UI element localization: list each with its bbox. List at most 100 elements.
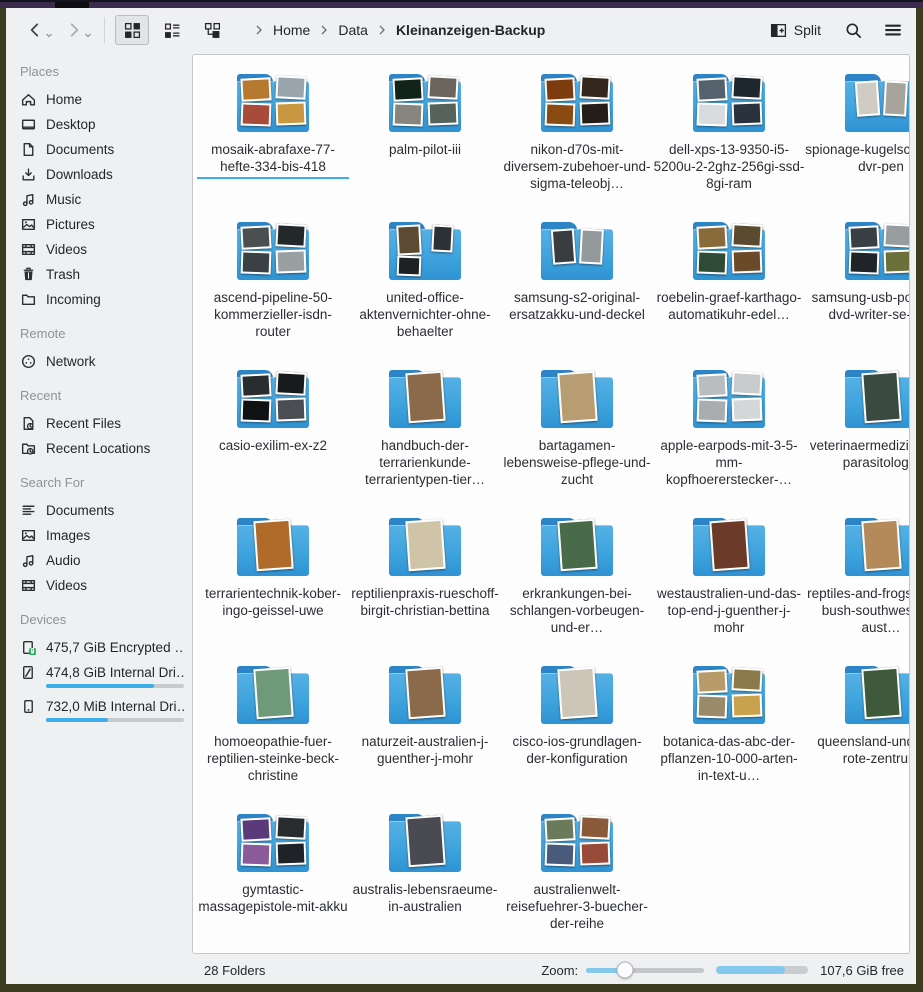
dolphin-window: Home Data Kleinanzeigen-Backup Split: [6, 8, 916, 984]
folder-item[interactable]: homoeopathie-fuer-reptilien-steinke-beck…: [197, 657, 349, 805]
sidebar-item-videos[interactable]: Videos: [18, 237, 186, 262]
back-dropdown-icon: [45, 31, 53, 39]
sidebar-item-732-0-mib-internal-dri-[interactable]: 732,0 MiB Internal Dri…: [18, 694, 186, 728]
sidebar-item-trash[interactable]: Trash: [18, 262, 186, 287]
folder-item[interactable]: handbuch-der-terrarienkunde-terrarientyp…: [349, 361, 501, 509]
breadcrumb-segment[interactable]: Kleinanzeigen-Backup: [392, 19, 549, 41]
breadcrumb-segment[interactable]: Data: [334, 19, 372, 41]
sidebar-item-documents[interactable]: Documents: [18, 137, 186, 162]
folder-icon: [691, 666, 767, 724]
photo-thumbnail: [861, 371, 901, 423]
folder-item[interactable]: samsung-s2-original-ersatzakku-und-decke…: [501, 213, 653, 361]
folder-item[interactable]: spionage-kugelschreiber-dvr-pen: [805, 65, 910, 213]
breadcrumb: Home Data Kleinanzeigen-Backup: [249, 19, 549, 41]
compact-view-button[interactable]: [155, 15, 189, 45]
folder-item[interactable]: veterinaermedizinische-parasitologie: [805, 361, 910, 509]
photo-thumbnail: [883, 223, 910, 248]
sidebar-item-recent-locations[interactable]: Recent Locations: [18, 436, 186, 461]
breadcrumb-chevron-icon: [377, 24, 387, 36]
photo-thumbnail: [861, 519, 901, 571]
folder-item[interactable]: mosaik-abrafaxe-77-hefte-334-bis-418: [197, 65, 349, 213]
search-icon: [844, 21, 863, 40]
folder-item[interactable]: queensland-und-das-rote-zentrum: [805, 657, 910, 805]
menu-button[interactable]: [880, 17, 906, 43]
photo-thumbnail: [253, 519, 293, 571]
folder-item[interactable]: reptiles-and-frogs-in-the-bush-southwest…: [805, 509, 910, 657]
sidebar-item-images[interactable]: Images: [18, 523, 186, 548]
folder-item[interactable]: westaustralien-und-das-top-end-j-guenthe…: [653, 509, 805, 657]
screen: Home Data Kleinanzeigen-Backup Split: [0, 0, 923, 992]
photo-thumbnail: [580, 841, 611, 865]
photo-thumbnail: [580, 101, 611, 125]
folder-item[interactable]: apple-earpods-mit-3-5-mm-kopfhoerersteck…: [653, 361, 805, 509]
folder-item[interactable]: dell-xps-13-9350-i5-5200u-2-2ghz-256gi-s…: [653, 65, 805, 213]
trash-icon: [20, 266, 37, 283]
photo-thumbnail: [275, 371, 306, 396]
icons-view-button[interactable]: [115, 15, 149, 45]
photo-thumbnail: [732, 101, 763, 125]
folder-item[interactable]: nikon-d70s-mit-diversem-zubehoer-und-sig…: [501, 65, 653, 213]
photo-thumbnail: [276, 397, 307, 421]
folder-name: bartagamen-lebensweise-pflege-und-zucht: [501, 437, 653, 488]
folder-item[interactable]: terrarientechnik-kober-ingo-geissel-uwe: [197, 509, 349, 657]
photo-thumbnail: [849, 250, 880, 274]
folder-name: reptiles-and-frogs-in-the-bush-southwest…: [805, 585, 910, 636]
sidebar-item-videos[interactable]: Videos: [18, 573, 186, 598]
details-view-button[interactable]: [195, 15, 229, 45]
folder-item[interactable]: australis-lebensraeume-in-australien: [349, 805, 501, 953]
folder-item[interactable]: united-office-aktenvernichter-ohne-behae…: [349, 213, 501, 361]
folder-item[interactable]: roebelin-graef-karthago-automatikuhr-ede…: [653, 213, 805, 361]
sidebar-item-label: Home: [46, 92, 82, 107]
sidebar-item-documents[interactable]: Documents: [18, 498, 186, 523]
photo-thumbnail: [544, 77, 575, 102]
folder-item[interactable]: erkrankungen-bei-schlangen-vorbeugen-und…: [501, 509, 653, 657]
photo-thumbnail: [696, 373, 727, 398]
zoom-slider[interactable]: [586, 968, 704, 973]
folder-item[interactable]: australienwelt-reisefuehrer-3-buecher-de…: [501, 805, 653, 953]
forward-button[interactable]: [59, 17, 98, 43]
sidebar-item-recent-files[interactable]: Recent Files: [18, 411, 186, 436]
music-icon: [20, 191, 37, 208]
sidebar-item-label: Incoming: [46, 292, 101, 307]
folder-item[interactable]: botanica-das-abc-der-pflanzen-10-000-art…: [653, 657, 805, 805]
sidebar-item-pictures[interactable]: Pictures: [18, 212, 186, 237]
folder-item[interactable]: naturzeit-australien-j-guenther-j-mohr: [349, 657, 501, 805]
folder-icon: [539, 814, 615, 872]
folder-icon: [235, 814, 311, 872]
sidebar-item-downloads[interactable]: Downloads: [18, 162, 186, 187]
sidebar-item-home[interactable]: Home: [18, 87, 186, 112]
zoom-slider-handle[interactable]: [617, 962, 634, 979]
folder-item[interactable]: ascend-pipeline-50-kommerzieller-isdn-ro…: [197, 213, 349, 361]
folder-name: roebelin-graef-karthago-automatikuhr-ede…: [653, 289, 805, 323]
sidebar-item-474-8-gib-internal-dri-[interactable]: 474,8 GiB Internal Dri…: [18, 660, 186, 694]
folder-item[interactable]: gymtastic-massagepistole-mit-akku: [197, 805, 349, 953]
breadcrumb-chevron-icon: [319, 24, 329, 36]
folder-name: westaustralien-und-das-top-end-j-guenthe…: [653, 585, 805, 636]
sidebar-item-network[interactable]: Network: [18, 349, 186, 374]
folder-item[interactable]: bartagamen-lebensweise-pflege-und-zucht: [501, 361, 653, 509]
sidebar-item-music[interactable]: Music: [18, 187, 186, 212]
recent-file-icon: [20, 415, 37, 432]
photo-thumbnail: [579, 815, 610, 840]
split-button[interactable]: Split: [764, 18, 827, 43]
photo-thumbnail: [405, 667, 445, 719]
sidebar-item-475-7-gib-encrypted-[interactable]: 475,7 GiB Encrypted …: [18, 635, 186, 660]
back-button[interactable]: [20, 17, 59, 43]
folder-item[interactable]: samsung-usb-portable-dvd-writer-se-208: [805, 213, 910, 361]
photo-thumbnail: [276, 841, 307, 865]
sidebar-item-incoming[interactable]: Incoming: [18, 287, 186, 312]
folder-item[interactable]: palm-pilot-iii: [349, 65, 501, 213]
home-icon: [20, 91, 37, 108]
folder-icon: [843, 666, 910, 724]
sidebar-item-audio[interactable]: Audio: [18, 548, 186, 573]
folders-count: 28 Folders: [204, 963, 265, 978]
folder-item[interactable]: casio-exilim-ex-z2: [197, 361, 349, 509]
folder-item[interactable]: cisco-ios-grundlagen-der-konfiguration: [501, 657, 653, 805]
sidebar-item-desktop[interactable]: Desktop: [18, 112, 186, 137]
folder-item[interactable]: reptilienpraxis-rueschoff-birgit-christi…: [349, 509, 501, 657]
breadcrumb-segment[interactable]: Home: [269, 19, 314, 41]
sidebar-section-title: Places: [20, 64, 186, 79]
details-view-icon: [204, 22, 221, 39]
sidebar-item-label: Downloads: [46, 167, 113, 182]
search-button[interactable]: [841, 18, 866, 43]
